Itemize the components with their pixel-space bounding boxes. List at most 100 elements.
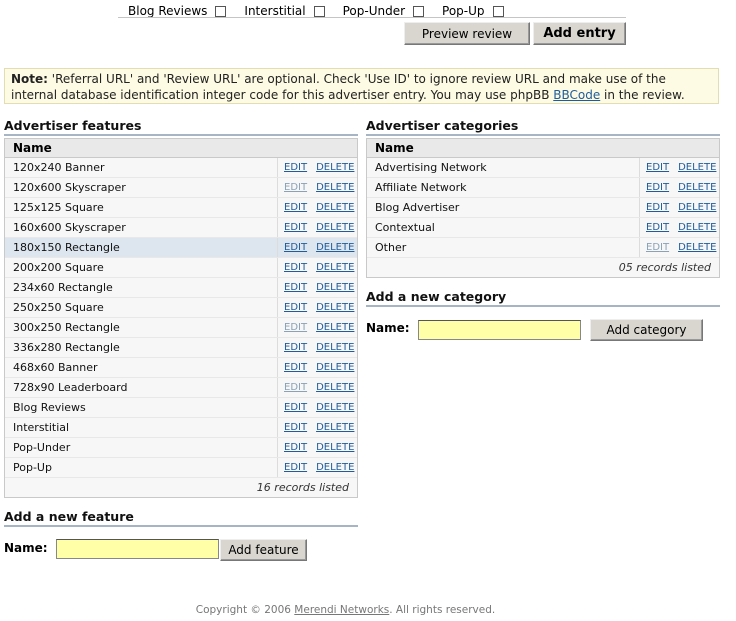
edit-link[interactable]: EDIT [284, 298, 307, 318]
delete-link[interactable]: DELETE [316, 218, 354, 238]
table-row: Interstitial EDIT DELETE [5, 418, 357, 438]
delete-link[interactable]: DELETE [316, 418, 354, 438]
features-table: Name 120x240 Banner EDIT DELETE 120x600 Sky… [4, 138, 358, 498]
table-row: Affiliate Network EDIT DELETE [367, 178, 719, 198]
edit-link[interactable]: EDIT [646, 218, 669, 238]
delete-link[interactable]: DELETE [316, 338, 354, 358]
row-actions: EDIT DELETE [277, 278, 357, 297]
add-category-button[interactable]: Add category [590, 319, 703, 341]
edit-link[interactable]: EDIT [284, 318, 307, 338]
edit-link[interactable]: EDIT [284, 358, 307, 378]
table-row: 234x60 Rectangle EDIT DELETE [5, 278, 357, 298]
checkbox[interactable] [215, 5, 227, 17]
edit-link[interactable]: EDIT [284, 158, 307, 178]
edit-link[interactable]: EDIT [284, 378, 307, 398]
delete-link[interactable]: DELETE [316, 398, 354, 418]
row-name: 728x90 Leaderboard [13, 381, 128, 394]
note-label: Note: [11, 72, 48, 86]
checkbox[interactable] [413, 5, 425, 17]
add-feature-button[interactable]: Add feature [220, 539, 307, 561]
delete-link[interactable]: DELETE [678, 238, 716, 258]
delete-link[interactable]: DELETE [316, 378, 354, 398]
delete-link[interactable]: DELETE [316, 198, 354, 218]
option-pop-up[interactable]: Pop-Up [442, 4, 504, 18]
categories-record-count: 05 records listed [618, 261, 711, 274]
edit-link[interactable]: EDIT [284, 278, 307, 298]
edit-link[interactable]: EDIT [284, 178, 307, 198]
row-actions: EDIT DELETE [277, 458, 357, 477]
bbcode-link[interactable]: BBCode [553, 88, 600, 102]
row-actions: EDIT DELETE [277, 378, 357, 397]
edit-link[interactable]: EDIT [284, 258, 307, 278]
merendi-link[interactable]: Merendi Networks [294, 604, 389, 616]
row-name: Pop-Up [13, 461, 52, 474]
option-interstitial[interactable]: Interstitial [244, 4, 325, 18]
delete-link[interactable]: DELETE [316, 178, 354, 198]
row-name: 125x125 Square [13, 201, 104, 214]
option-label: Interstitial [244, 4, 306, 18]
row-name: 120x600 Skyscraper [13, 181, 126, 194]
delete-link[interactable]: DELETE [316, 258, 354, 278]
edit-link[interactable]: EDIT [646, 178, 669, 198]
edit-link[interactable]: EDIT [284, 238, 307, 258]
delete-link[interactable]: DELETE [316, 278, 354, 298]
delete-link[interactable]: DELETE [316, 298, 354, 318]
option-blog-reviews[interactable]: Blog Reviews [128, 4, 227, 18]
table-row: 125x125 Square EDIT DELETE [5, 198, 357, 218]
row-name: 160x600 Skyscraper [13, 221, 126, 234]
delete-link[interactable]: DELETE [678, 178, 716, 198]
add-entry-button[interactable]: Add entry [533, 22, 626, 45]
preview-review-button[interactable]: Preview review [404, 22, 530, 45]
option-label: Pop-Up [442, 4, 485, 18]
delete-link[interactable]: DELETE [678, 198, 716, 218]
feature-name-input[interactable] [56, 539, 219, 559]
edit-link[interactable]: EDIT [284, 218, 307, 238]
checkbox[interactable] [313, 5, 325, 17]
delete-link[interactable]: DELETE [316, 458, 354, 478]
option-label: Blog Reviews [128, 4, 208, 18]
edit-link[interactable]: EDIT [284, 438, 307, 458]
category-name-label: Name: [366, 321, 410, 335]
edit-link[interactable]: EDIT [284, 398, 307, 418]
delete-link[interactable]: DELETE [316, 318, 354, 338]
delete-link[interactable]: DELETE [316, 438, 354, 458]
features-rows: 120x240 Banner EDIT DELETE 120x600 Skyscrap… [5, 158, 357, 478]
delete-link[interactable]: DELETE [316, 238, 354, 258]
option-pop-under[interactable]: Pop-Under [343, 4, 425, 18]
delete-link[interactable]: DELETE [316, 158, 354, 178]
features-title: Advertiser features [4, 118, 358, 136]
row-actions: EDIT DELETE [277, 238, 357, 257]
table-row: Blog Advertiser EDIT DELETE [367, 198, 719, 218]
add-category-title: Add a new category [366, 289, 720, 307]
checkbox[interactable] [492, 5, 504, 17]
edit-link[interactable]: EDIT [646, 238, 669, 258]
table-row: Pop-Under EDIT DELETE [5, 438, 357, 458]
row-name: Blog Reviews [13, 401, 86, 414]
delete-link[interactable]: DELETE [316, 358, 354, 378]
edit-link[interactable]: EDIT [284, 458, 307, 478]
edit-link[interactable]: EDIT [646, 198, 669, 218]
row-actions: EDIT DELETE [277, 338, 357, 357]
category-name-input[interactable] [418, 320, 581, 340]
row-actions: EDIT DELETE [277, 318, 357, 337]
table-row: 300x250 Rectangle EDIT DELETE [5, 318, 357, 338]
add-feature-title: Add a new feature [4, 509, 358, 527]
table-row: Blog Reviews EDIT DELETE [5, 398, 357, 418]
edit-link[interactable]: EDIT [284, 418, 307, 438]
note-text-end: in the review. [600, 88, 685, 102]
row-actions: EDIT DELETE [639, 238, 719, 257]
row-name: 234x60 Rectangle [13, 281, 113, 294]
row-name: 250x250 Square [13, 301, 104, 314]
table-row: Other EDIT DELETE [367, 238, 719, 258]
row-actions: EDIT DELETE [277, 258, 357, 277]
edit-link[interactable]: EDIT [646, 158, 669, 178]
delete-link[interactable]: DELETE [678, 218, 716, 238]
row-actions: EDIT DELETE [277, 198, 357, 217]
feature-name-label: Name: [4, 541, 48, 555]
edit-link[interactable]: EDIT [284, 198, 307, 218]
row-name: 300x250 Rectangle [13, 321, 120, 334]
row-actions: EDIT DELETE [277, 218, 357, 237]
row-actions: EDIT DELETE [639, 218, 719, 237]
delete-link[interactable]: DELETE [678, 158, 716, 178]
edit-link[interactable]: EDIT [284, 338, 307, 358]
